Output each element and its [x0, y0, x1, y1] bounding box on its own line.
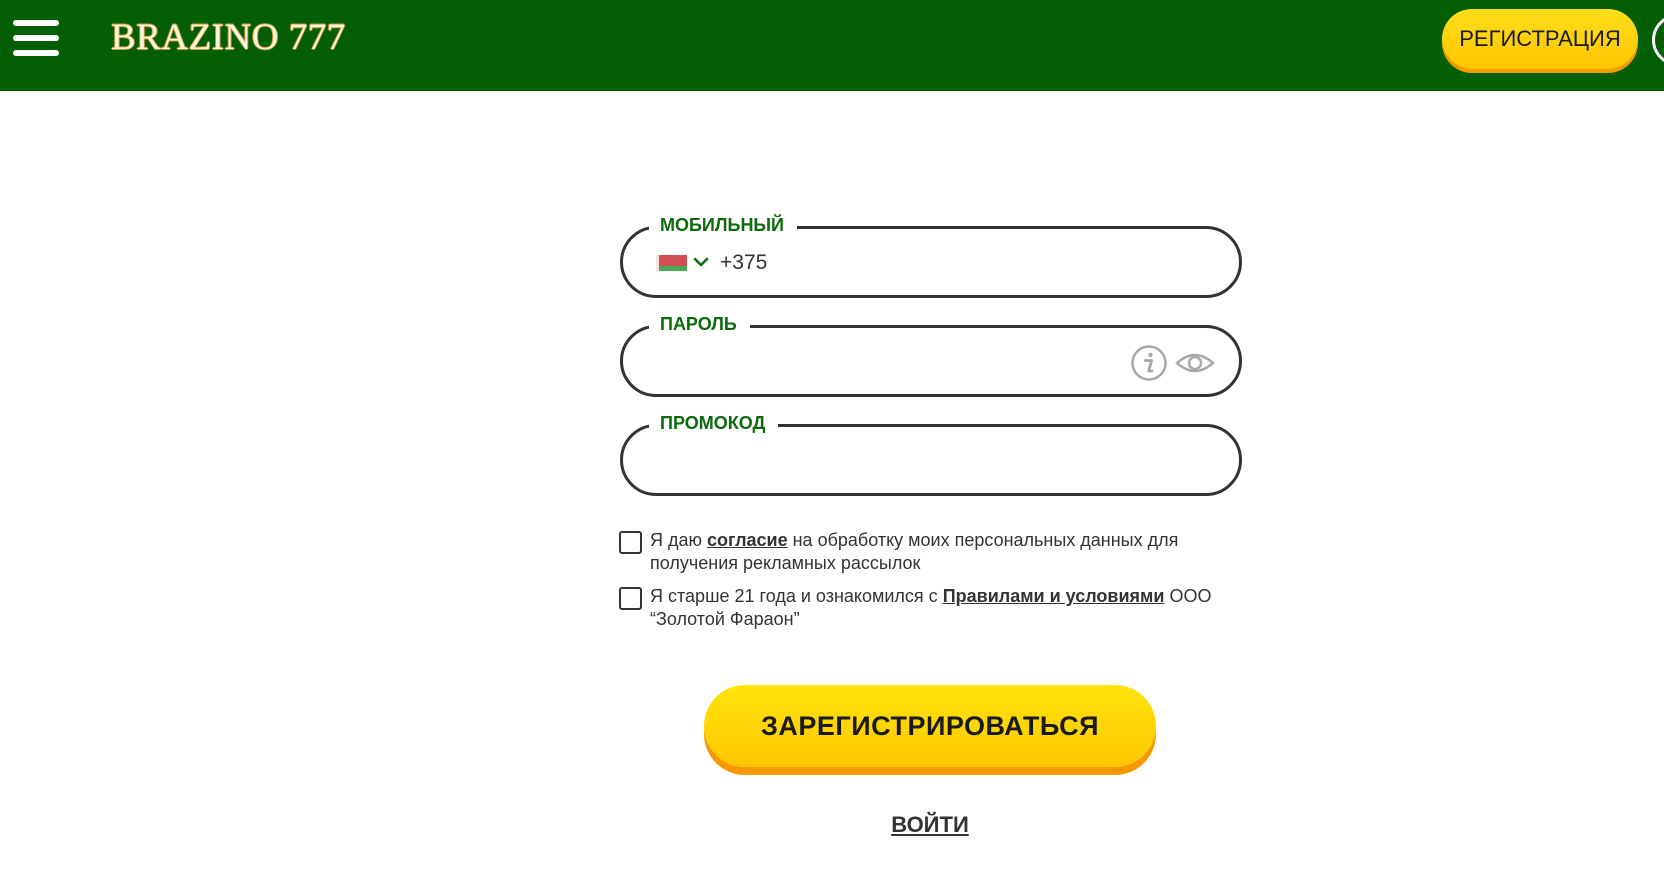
register-submit-button[interactable]: ЗАРЕГИСТРИРОВАТЬСЯ [704, 685, 1156, 767]
promo-field[interactable]: ПРОМОКОД [620, 410, 1242, 496]
consent-text: Я даю согласие на обработку моих персона… [650, 530, 1179, 573]
user-profile-icon[interactable] [1652, 14, 1664, 66]
hamburger-menu-icon[interactable] [13, 20, 59, 56]
belarus-flag-icon[interactable] [656, 255, 687, 271]
consent-link[interactable]: согласие [707, 530, 788, 550]
eye-icon[interactable] [1175, 348, 1215, 378]
info-icon[interactable] [1130, 344, 1168, 382]
login-link[interactable]: ВОЙТИ [830, 810, 1030, 840]
top-header: BRAZINO 777 РЕГИСТРАЦИЯ [0, 0, 1664, 91]
age-terms-text: Я старше 21 года и ознакомился с Правила… [650, 586, 1212, 629]
mobile-field-label: МОБИЛЬНЫЙ [649, 212, 797, 238]
menu-line [13, 20, 59, 26]
menu-line [13, 35, 59, 41]
mobile-field[interactable]: МОБИЛЬНЫЙ +375 [620, 212, 1242, 298]
consent-checkbox[interactable] [619, 531, 642, 554]
country-code: +375 [720, 251, 768, 274]
menu-line [13, 50, 59, 56]
password-field[interactable]: ПАРОЛЬ [620, 311, 1242, 397]
age-terms-checkbox[interactable] [619, 587, 642, 610]
promo-input[interactable] [623, 427, 1239, 493]
header-register-button[interactable]: РЕГИСТРАЦИЯ [1442, 9, 1638, 69]
brand-logo[interactable]: BRAZINO 777 [111, 16, 346, 60]
terms-link[interactable]: Правилами и условиями [943, 586, 1165, 606]
chevron-down-icon[interactable] [693, 255, 709, 269]
